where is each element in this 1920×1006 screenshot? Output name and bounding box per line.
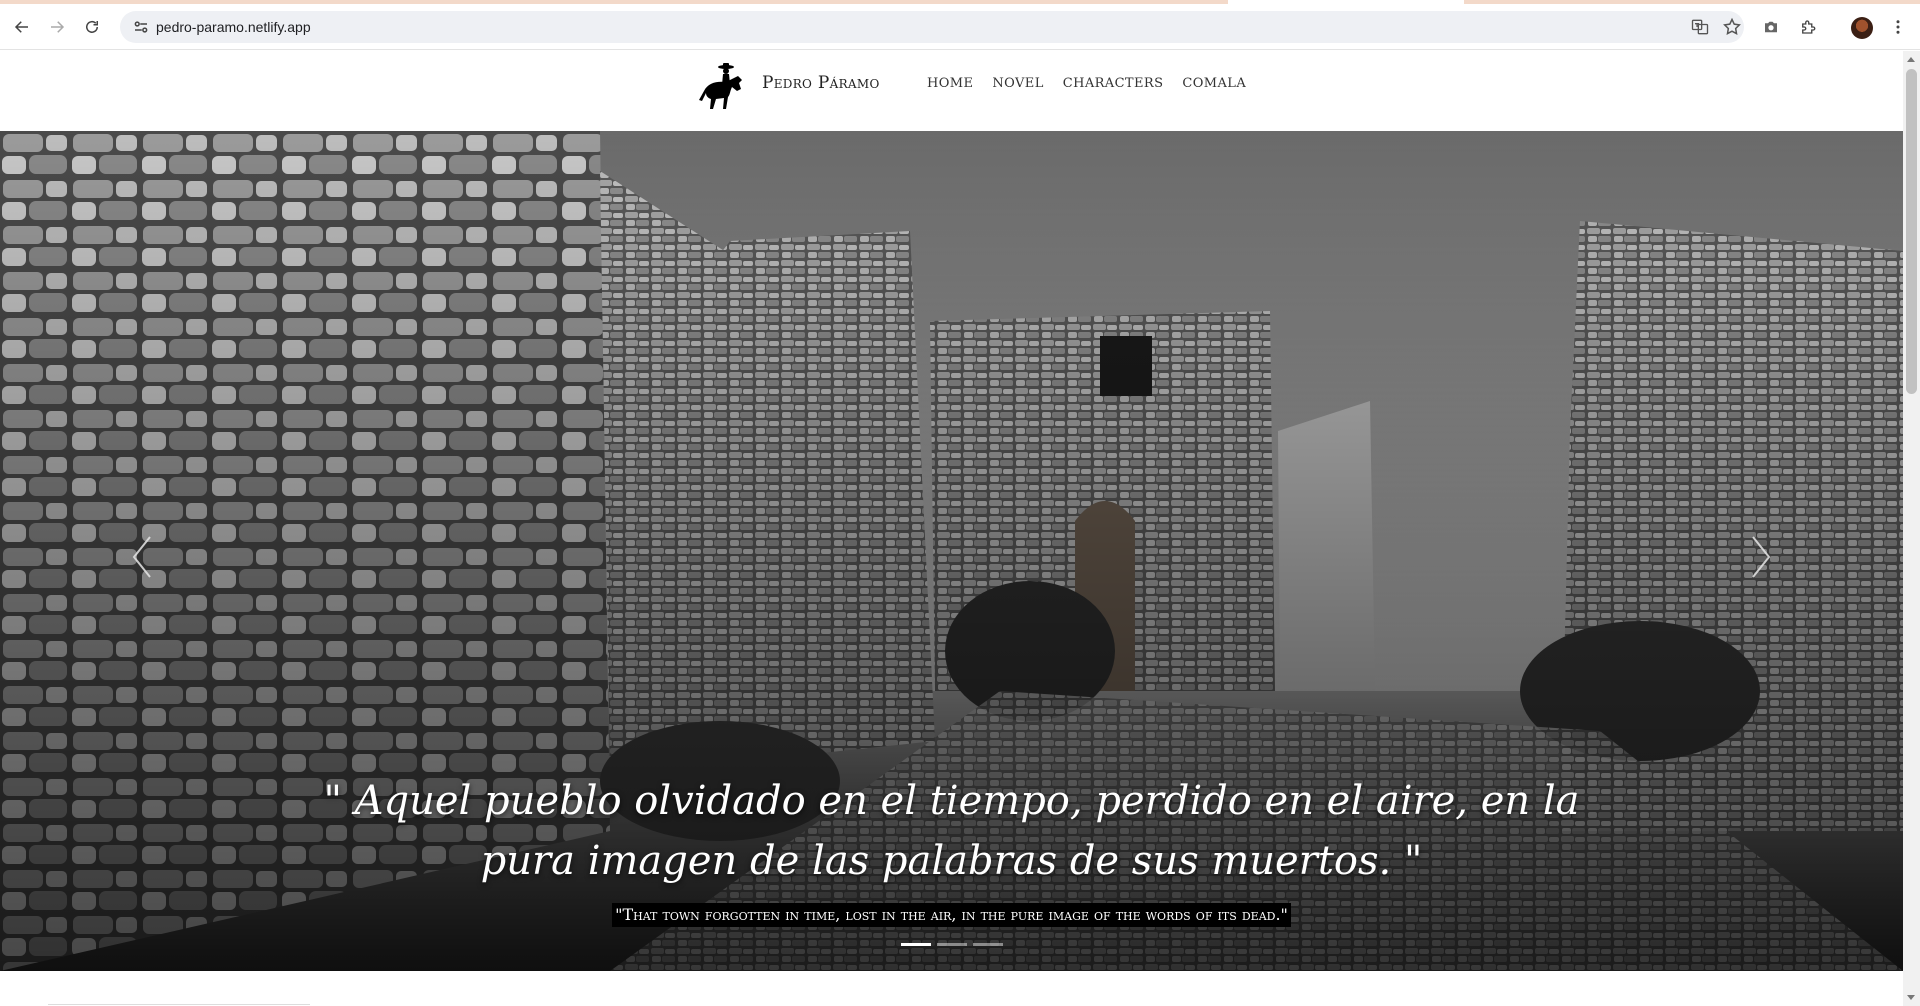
extensions-puzzle-icon[interactable] bbox=[1793, 12, 1823, 42]
reload-icon[interactable] bbox=[77, 12, 107, 42]
site-settings-icon[interactable] bbox=[132, 18, 150, 36]
carousel-indicator-1[interactable] bbox=[900, 943, 931, 946]
profile-avatar[interactable] bbox=[1851, 17, 1873, 39]
nav-characters[interactable]: CHARACTERS bbox=[1063, 76, 1164, 91]
horse-rider-logo-icon[interactable] bbox=[696, 61, 750, 121]
quote-english: "That town forgotten in time, lost in th… bbox=[0, 903, 1903, 927]
carousel-indicator-3[interactable] bbox=[972, 943, 1003, 946]
menu-kebab-icon[interactable] bbox=[1883, 12, 1913, 42]
url-text[interactable]: pedro-paramo.netlify.app bbox=[156, 11, 311, 43]
quote-spanish: " Aquel pueblo olvidado en el tiempo, pe… bbox=[323, 778, 1580, 884]
site-brand[interactable]: Pedro Páramo bbox=[762, 73, 880, 93]
carousel-indicator-2[interactable] bbox=[936, 943, 967, 946]
site-header: Pedro Páramo HOME NOVEL CHARACTERS COMAL… bbox=[0, 51, 1903, 131]
quote-english-text: "That town forgotten in time, lost in th… bbox=[612, 903, 1291, 927]
nav-home[interactable]: HOME bbox=[927, 76, 973, 91]
forward-icon[interactable] bbox=[42, 12, 72, 42]
translate-icon[interactable] bbox=[1690, 17, 1710, 37]
bookmark-star-icon[interactable] bbox=[1722, 17, 1742, 37]
back-icon[interactable] bbox=[7, 12, 37, 42]
carousel-next-chevron-icon[interactable] bbox=[1745, 531, 1775, 583]
address-bar[interactable]: pedro-paramo.netlify.app bbox=[120, 11, 1744, 43]
nav-comala[interactable]: COMALA bbox=[1182, 76, 1246, 91]
page-scrollbar[interactable] bbox=[1903, 51, 1920, 1006]
scroll-down-arrow-icon[interactable] bbox=[1907, 995, 1915, 1000]
carousel-prev-chevron-icon[interactable] bbox=[128, 531, 158, 583]
hero-carousel: " Aquel pueblo olvidado en el tiempo, pe… bbox=[0, 131, 1903, 971]
content-divider bbox=[48, 1004, 310, 1005]
nav-novel[interactable]: NOVEL bbox=[992, 76, 1043, 91]
screenshot-camera-icon[interactable] bbox=[1756, 12, 1786, 42]
scrollbar-thumb[interactable] bbox=[1906, 69, 1917, 394]
browser-toolbar: pedro-paramo.netlify.app bbox=[0, 4, 1920, 50]
scroll-up-arrow-icon[interactable] bbox=[1907, 57, 1915, 62]
main-nav: HOME NOVEL CHARACTERS COMALA bbox=[927, 76, 1246, 91]
carousel-indicators bbox=[0, 943, 1903, 946]
